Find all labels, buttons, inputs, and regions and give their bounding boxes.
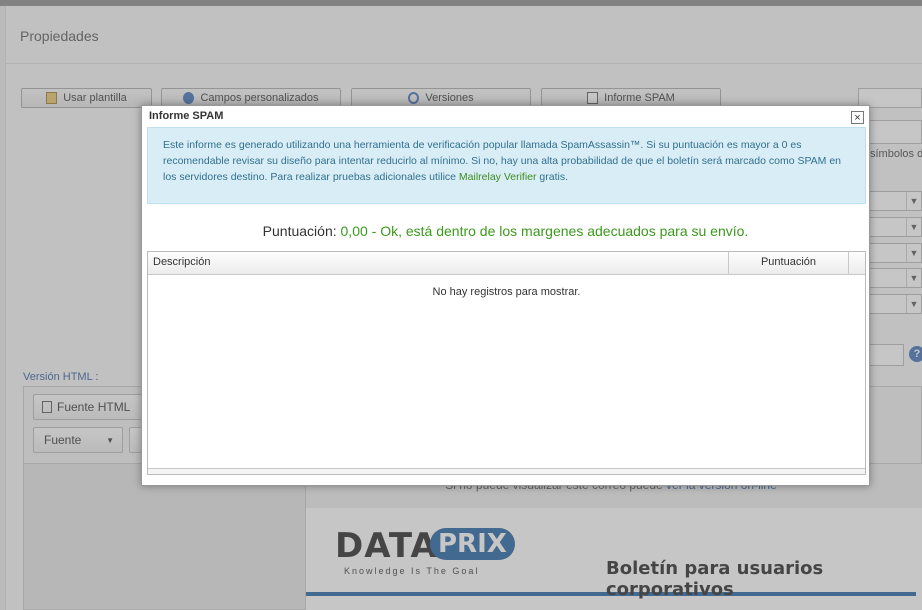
info-message: Este informe es generado utilizando una … xyxy=(147,127,866,204)
column-header-score[interactable]: Puntuación xyxy=(729,256,848,268)
close-icon[interactable]: × xyxy=(851,111,864,124)
column-header-description[interactable]: Descripción xyxy=(153,256,210,268)
mailrelay-verifier-link[interactable]: Mailrelay Verifier xyxy=(459,171,537,183)
spam-report-dialog: Informe SPAM × Este informe es generado … xyxy=(141,105,870,486)
score-label: Puntuación: xyxy=(262,223,341,239)
dialog-title: Informe SPAM xyxy=(149,110,224,122)
column-divider xyxy=(848,252,849,274)
empty-message: No hay registros para mostrar. xyxy=(432,286,581,298)
score-value: 0,00 - Ok, está dentro de los margenes a… xyxy=(340,223,749,239)
grid-footer xyxy=(148,468,865,474)
grid-header: Descripción Puntuación xyxy=(148,252,865,275)
results-grid: Descripción Puntuación No hay registros … xyxy=(147,251,866,475)
info-suffix: gratis. xyxy=(536,171,569,183)
spam-score: Puntuación: 0,00 - Ok, está dentro de lo… xyxy=(142,223,869,239)
